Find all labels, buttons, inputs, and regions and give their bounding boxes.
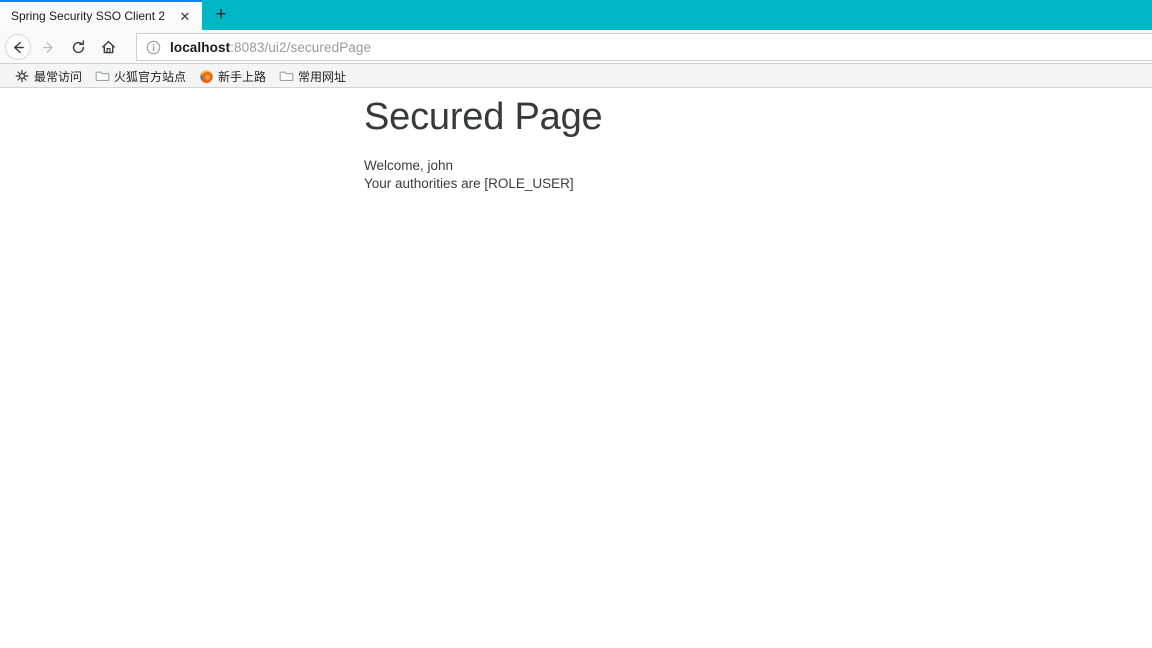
welcome-message: Welcome, john [364, 157, 454, 173]
reload-icon [72, 39, 84, 53]
bookmark-getting-started[interactable]: 新手上路 [193, 66, 271, 86]
bookmarks-bar: 最常访问 火狐官方站点 新手上路 常用网址 [0, 64, 1152, 88]
bookmark-label: 最常访问 [34, 69, 83, 84]
bookmark-common-sites[interactable]: 常用网址 [273, 66, 351, 86]
reload-button[interactable] [63, 32, 93, 62]
bookmark-label: 火狐官方站点 [114, 69, 187, 84]
back-button[interactable] [3, 32, 33, 62]
info-circle-icon [146, 40, 160, 54]
url-path: :8083/ui2/securedPage [230, 39, 372, 55]
navigation-toolbar: localhost:8083/ui2/securedPage [0, 30, 1152, 64]
forward-arrow-icon [42, 41, 53, 53]
bookmark-most-visited[interactable]: 最常访问 [9, 66, 87, 86]
page-info-icon[interactable] [145, 39, 161, 55]
url-text: localhost:8083/ui2/securedPage [170, 40, 371, 55]
firefox-logo-icon [198, 68, 214, 84]
authorities-message: Your authorities are [ROLE_USER] [364, 175, 574, 191]
bookmark-firefox-official-site[interactable]: 火狐官方站点 [89, 66, 191, 86]
url-host: localhost [170, 39, 231, 55]
bookmark-label: 新手上路 [218, 69, 267, 84]
tab-strip: Spring Security SSO Client 2 ✕ + [0, 0, 1152, 30]
folder-icon [278, 68, 294, 84]
page-title: Secured Page [364, 96, 603, 138]
browser-window: Spring Security SSO Client 2 ✕ + localho… [0, 0, 1152, 648]
home-icon [101, 40, 115, 53]
back-arrow-icon [13, 41, 24, 53]
forward-button [33, 32, 63, 62]
url-bar[interactable]: localhost:8083/ui2/securedPage [136, 33, 1152, 61]
firefox-logo-glyph [199, 70, 213, 83]
gear-glyph [15, 69, 29, 83]
tab-spring-security-sso-client-2[interactable]: Spring Security SSO Client 2 ✕ [0, 0, 202, 30]
close-icon[interactable]: ✕ [176, 7, 194, 25]
page-content: Secured Page Welcome, john Your authorit… [0, 88, 1152, 193]
new-tab-button[interactable]: + [206, 0, 236, 30]
folder-glyph [279, 71, 293, 81]
folder-icon [94, 68, 110, 84]
home-button[interactable] [93, 32, 123, 62]
tab-title: Spring Security SSO Client 2 [11, 9, 166, 23]
folder-glyph [95, 71, 109, 81]
page-viewport: Secured Page Welcome, john Your authorit… [0, 88, 1152, 648]
bookmark-label: 常用网址 [298, 69, 347, 84]
gear-icon [14, 68, 30, 84]
page-body: Welcome, john Your authorities are [ROLE… [364, 157, 1152, 193]
